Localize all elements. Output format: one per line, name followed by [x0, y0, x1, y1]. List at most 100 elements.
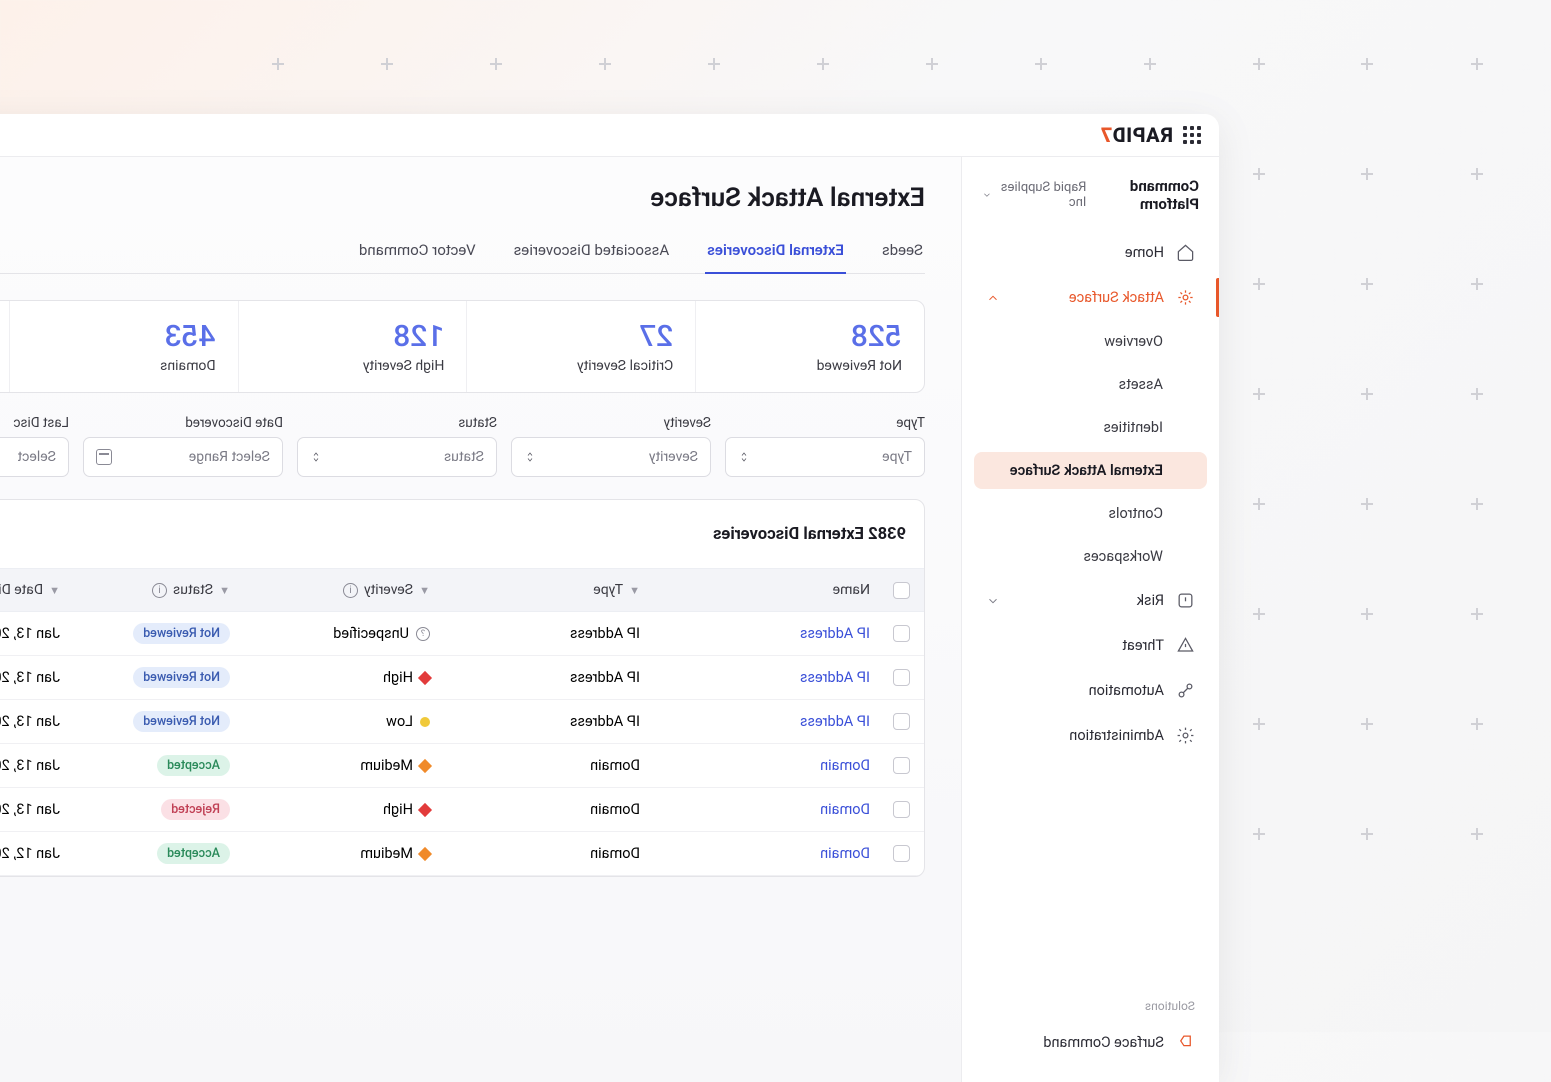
filter-type-select[interactable]: Type: [725, 437, 925, 477]
stat-label: Critical Severity: [489, 358, 673, 374]
row-checkbox[interactable]: [894, 845, 911, 862]
stats-row: 528Not Reviewed 27Critical Severity 128H…: [0, 300, 925, 393]
sort-arrow-icon: ▼: [219, 584, 230, 597]
nav-sub-assets[interactable]: Assets: [974, 366, 1207, 403]
row-date: Jan 12, 202: [0, 845, 60, 862]
tabs: Seeds External Discoveries Associated Di…: [0, 231, 925, 274]
page-title: External Attack Surface: [0, 183, 925, 213]
row-date: Jan 13, 202: [0, 669, 60, 686]
stat-high[interactable]: 128High Severity: [238, 301, 467, 392]
org-selector[interactable]: Rapid Supplies Inc: [982, 180, 1086, 210]
app-window: RAPID7 Command Platform Rapid Supplies I…: [0, 114, 1219, 1082]
sort-icon: [738, 450, 750, 464]
row-checkbox[interactable]: [894, 801, 911, 818]
nav-home[interactable]: Home: [974, 233, 1207, 272]
row-date: Jan 13, 202: [0, 625, 60, 642]
tab-label: Seeds: [882, 241, 923, 259]
row-severity: High: [383, 669, 413, 686]
row-name-link[interactable]: Domain: [820, 845, 870, 862]
filters-row: TypeType SeveritySeverity StatusStatus D…: [0, 415, 925, 477]
nav-sub-overview[interactable]: Overview: [974, 323, 1207, 360]
solutions-section-label: Solutions: [974, 991, 1207, 1017]
row-checkbox[interactable]: [894, 669, 911, 686]
col-header-date-discovered[interactable]: ▼Date Discov: [0, 582, 70, 598]
nav-risk[interactable]: Risk: [974, 581, 1207, 620]
stat-ip-addresses[interactable]: 594IP Addresses: [0, 301, 9, 392]
row-type: Domain: [590, 801, 640, 818]
filter-status-select[interactable]: Status: [297, 437, 497, 477]
tab-associated-discoveries[interactable]: Associated Discoveries: [512, 231, 672, 273]
severity-high-icon: [418, 802, 432, 816]
active-section-indicator: [1216, 278, 1219, 317]
tab-seeds[interactable]: Seeds: [880, 231, 925, 273]
status-badge: Accepted: [157, 843, 230, 864]
row-name-link[interactable]: Domain: [820, 757, 870, 774]
nav-sub-label: Workspaces: [1084, 548, 1163, 565]
filter-last-discovered-picker[interactable]: Select: [0, 437, 69, 477]
nav-sub-identities[interactable]: Identities: [974, 409, 1207, 446]
status-badge: Not Reviewed: [133, 623, 230, 644]
filter-placeholder: Select Range: [189, 449, 270, 465]
row-severity: Unspecified: [333, 625, 409, 642]
filter-date-discovered-picker[interactable]: Select Range: [83, 437, 283, 477]
filter-placeholder: Type: [882, 449, 912, 465]
info-icon[interactable]: i: [343, 583, 358, 598]
col-header-type[interactable]: ▼Type: [440, 582, 650, 598]
col-label: Severity: [364, 582, 413, 598]
col-header-name[interactable]: Name: [650, 582, 880, 598]
unspecified-icon: ?: [416, 627, 430, 641]
nav-sub-controls[interactable]: Controls: [974, 495, 1207, 532]
nav-automation[interactable]: Automation: [974, 671, 1207, 710]
nav-threat[interactable]: Threat: [974, 626, 1207, 665]
row-name-link[interactable]: IP Address: [800, 669, 870, 686]
nav-sub-label: Controls: [1108, 505, 1163, 522]
nav-sub-workspaces[interactable]: Workspaces: [974, 538, 1207, 575]
tab-vector-command[interactable]: Vector Command: [357, 231, 478, 273]
row-severity: High: [383, 801, 413, 818]
nav-administration[interactable]: Administration: [974, 716, 1207, 755]
org-name: Rapid Supplies Inc: [996, 180, 1086, 210]
nav-label: Automation: [1089, 682, 1164, 699]
apps-grid-icon[interactable]: [1183, 126, 1201, 144]
row-type: IP Address: [570, 669, 640, 686]
select-all-checkbox[interactable]: [894, 582, 911, 599]
stat-domains[interactable]: 453Domains: [9, 301, 238, 392]
filter-label-date-discovered: Date Discovered: [83, 415, 283, 431]
stat-label: Domains: [32, 358, 216, 374]
col-header-severity[interactable]: ▼Severityi: [240, 582, 440, 598]
info-icon[interactable]: i: [152, 583, 167, 598]
nav-label: Threat: [1122, 637, 1164, 654]
row-severity: Low: [386, 713, 413, 730]
chevron-down-icon: [986, 594, 1000, 608]
risk-icon: [1176, 591, 1195, 610]
filter-label-type: Type: [725, 415, 925, 431]
attack-surface-icon: [1176, 288, 1195, 307]
nav-sub-external-attack-surface[interactable]: External Attack Surface: [974, 452, 1207, 489]
stat-critical[interactable]: 27Critical Severity: [466, 301, 695, 392]
brand-name: RAPID: [1112, 123, 1173, 147]
stat-value: 128: [261, 319, 445, 354]
tab-external-discoveries[interactable]: External Discoveries: [705, 231, 846, 273]
chevron-up-icon: [986, 291, 1000, 305]
brand-suffix: 7: [1100, 123, 1112, 147]
filter-severity-select[interactable]: Severity: [511, 437, 711, 477]
discoveries-table-card: 9382 External Discoveries Search Name ▼T…: [0, 499, 925, 877]
row-name-link[interactable]: Domain: [820, 801, 870, 818]
stat-label: Not Reviewed: [718, 358, 902, 374]
filter-label-last-discovered: Last Disc: [0, 415, 69, 431]
filter-label-status: Status: [297, 415, 497, 431]
row-type: Domain: [590, 845, 640, 862]
row-name-link[interactable]: IP Address: [800, 625, 870, 642]
col-header-status[interactable]: ▼Statusi: [70, 582, 240, 598]
row-checkbox[interactable]: [894, 625, 911, 642]
chevron-down-icon: [982, 189, 992, 201]
nav-surface-command[interactable]: Surface Command: [974, 1023, 1207, 1062]
row-checkbox[interactable]: [894, 713, 911, 730]
status-badge: Not Reviewed: [133, 667, 230, 688]
nav-attack-surface[interactable]: Attack Surface: [974, 278, 1207, 317]
col-label: Date Discov: [0, 582, 43, 598]
row-name-link[interactable]: IP Address: [800, 713, 870, 730]
stat-not-reviewed[interactable]: 528Not Reviewed: [695, 301, 924, 392]
row-severity: Medium: [360, 757, 413, 774]
row-checkbox[interactable]: [894, 757, 911, 774]
